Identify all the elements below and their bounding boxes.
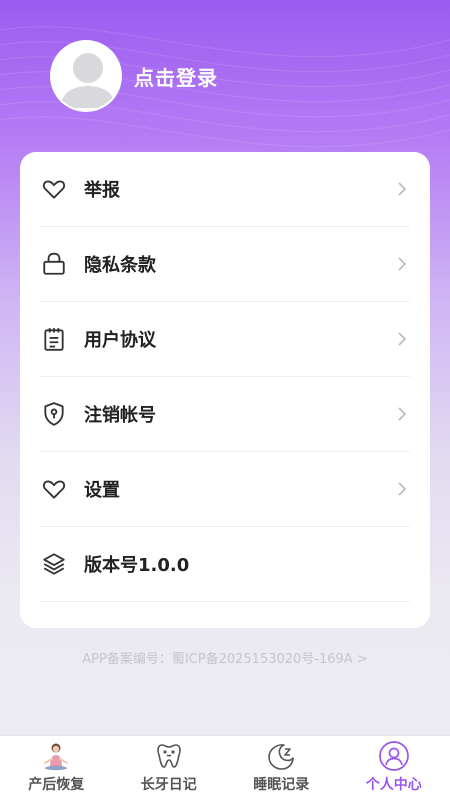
- menu-item-label: 注销帐号: [84, 405, 156, 426]
- profile-header[interactable]: 点击登录: [50, 40, 218, 112]
- chevron-right-icon: [398, 182, 407, 196]
- bottom-tab-bar: 产后恢复 长牙日记 睡眠记录 个人中心: [0, 735, 450, 800]
- menu-item-version: 版本号1.0.0: [40, 527, 410, 602]
- menu-item-label: 隐私条款: [84, 255, 156, 276]
- login-link[interactable]: 点击登录: [134, 62, 218, 91]
- user-placeholder-icon: [60, 53, 116, 108]
- menu-item-user-agreement[interactable]: 用户协议: [40, 302, 410, 377]
- layers-icon: [40, 550, 68, 578]
- tooth-icon: [153, 740, 185, 772]
- heart-icon: [40, 175, 68, 203]
- avatar[interactable]: [50, 40, 122, 112]
- chevron-right-icon: [398, 407, 407, 421]
- chevron-right-icon: [398, 257, 407, 271]
- heart-icon: [40, 475, 68, 503]
- tab-label: 个人中心: [365, 777, 422, 793]
- menu-item-privacy[interactable]: 隐私条款: [40, 227, 410, 302]
- menu-item-label: 设置: [84, 480, 120, 501]
- chevron-right-icon: [398, 482, 407, 496]
- menu-item-label: 用户协议: [84, 330, 156, 351]
- shield-icon: [40, 400, 68, 428]
- icp-record-link[interactable]: APP备案编号：蜀ICP备2025153020号-169A >: [0, 648, 450, 667]
- version-label: 版本号1.0.0: [84, 555, 190, 576]
- chevron-right-icon: [398, 332, 407, 346]
- tab-label: 长牙日记: [140, 777, 197, 793]
- menu-item-label: 举报: [84, 180, 120, 201]
- menu-item-settings[interactable]: 设置: [40, 452, 410, 527]
- yoga-icon: [40, 740, 72, 772]
- tab-label: 产后恢复: [28, 777, 85, 793]
- clipboard-icon: [40, 325, 68, 353]
- moon-sleep-icon: [265, 740, 297, 772]
- lock-icon: [40, 250, 68, 278]
- tab-sleep-record[interactable]: 睡眠记录: [225, 736, 338, 800]
- menu-item-delete-account[interactable]: 注销帐号: [40, 377, 410, 452]
- tab-label: 睡眠记录: [253, 777, 310, 793]
- person-icon: [378, 740, 410, 772]
- tab-personal-center[interactable]: 个人中心: [338, 736, 450, 800]
- tab-postpartum-recovery[interactable]: 产后恢复: [0, 736, 113, 800]
- tab-teething-diary[interactable]: 长牙日记: [113, 736, 226, 800]
- menu-item-report[interactable]: 举报: [40, 152, 410, 227]
- menu-card: 举报 隐私条款 用户协议 注销帐号 设置 版本号1.0.0: [20, 152, 430, 628]
